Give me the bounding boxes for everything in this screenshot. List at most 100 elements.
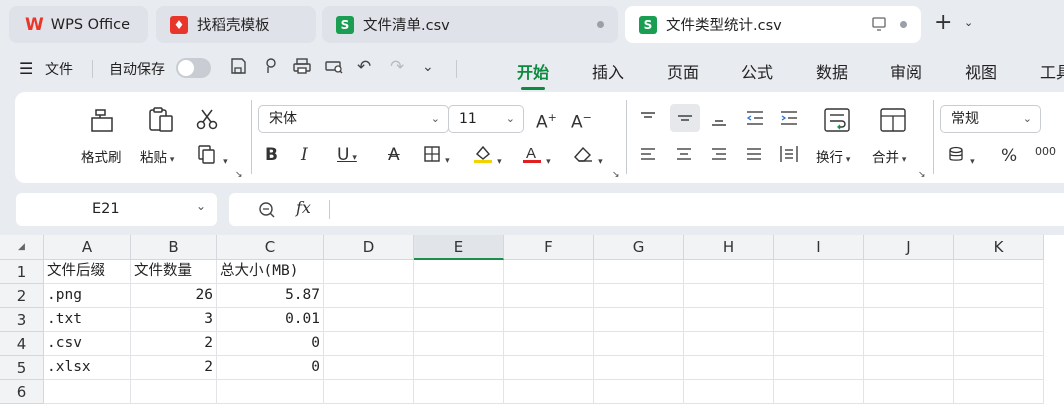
justify-icon[interactable]: [745, 146, 763, 166]
strikethrough-icon[interactable]: A: [388, 145, 400, 165]
tab-home[interactable]: 开始: [517, 59, 549, 90]
monitor-icon[interactable]: [871, 16, 887, 36]
name-box[interactable]: E21 ⌄: [16, 193, 217, 226]
tab-data[interactable]: 数据: [816, 59, 848, 83]
cell-f3[interactable]: [504, 308, 594, 332]
cell-d2[interactable]: [324, 284, 414, 308]
cell-k3[interactable]: [954, 308, 1044, 332]
cell-g1[interactable]: [594, 260, 684, 284]
cell-g2[interactable]: [594, 284, 684, 308]
cell-h5[interactable]: [684, 356, 774, 380]
cell-h4[interactable]: [684, 332, 774, 356]
cell-g4[interactable]: [594, 332, 684, 356]
cell-c1[interactable]: 总大小(MB): [217, 260, 324, 284]
align-top-icon[interactable]: [639, 110, 657, 130]
cell-c2[interactable]: 5.87: [217, 284, 324, 308]
cell-j1[interactable]: [864, 260, 954, 284]
bold-icon[interactable]: B: [265, 145, 278, 165]
tab-file-list[interactable]: S 文件清单.csv: [322, 6, 618, 43]
cell-i4[interactable]: [774, 332, 864, 356]
increase-indent-icon[interactable]: [779, 109, 799, 131]
cell-a5[interactable]: .xlsx: [44, 356, 131, 380]
cell-d1[interactable]: [324, 260, 414, 284]
percent-style-icon[interactable]: %: [1001, 146, 1017, 166]
currency-format-icon[interactable]: ▾: [948, 146, 975, 168]
thousands-separator-icon[interactable]: 000: [1035, 142, 1056, 162]
cell-b5[interactable]: 2: [131, 356, 217, 380]
paste-icon[interactable]: [147, 106, 175, 138]
cell-h2[interactable]: [684, 284, 774, 308]
copy-icon[interactable]: ▾: [197, 144, 228, 168]
dialog-launcher-icon[interactable]: ↘: [235, 170, 243, 180]
distributed-align-icon[interactable]: [779, 144, 799, 168]
cell-j3[interactable]: [864, 308, 954, 332]
cell-b3[interactable]: 3: [131, 308, 217, 332]
function-fx-icon[interactable]: fx: [296, 198, 311, 217]
undo-icon[interactable]: ↶: [357, 57, 371, 77]
tab-wps-office[interactable]: W WPS Office: [9, 6, 148, 43]
align-right-icon[interactable]: [710, 146, 728, 166]
tab-docer[interactable]: ♦ 找稻壳模板: [156, 6, 316, 43]
column-header-g[interactable]: G: [594, 235, 684, 260]
cell-a1[interactable]: 文件后缀: [44, 260, 131, 284]
increase-font-size-icon[interactable]: A+: [536, 108, 557, 133]
cell-k2[interactable]: [954, 284, 1044, 308]
tab-view[interactable]: 视图: [965, 59, 997, 83]
cell-k1[interactable]: [954, 260, 1044, 284]
column-header-j[interactable]: J: [864, 235, 954, 260]
align-left-icon[interactable]: [639, 146, 657, 166]
share-icon[interactable]: [262, 57, 280, 80]
formula-input[interactable]: [339, 201, 1039, 219]
format-painter-icon[interactable]: [89, 106, 115, 138]
cell-d5[interactable]: [324, 356, 414, 380]
column-header-k[interactable]: K: [954, 235, 1044, 260]
cell-i6[interactable]: [774, 380, 864, 404]
cell-g5[interactable]: [594, 356, 684, 380]
hamburger-menu-icon[interactable]: ☰: [19, 59, 33, 78]
wrap-text-icon[interactable]: [823, 107, 851, 137]
borders-icon[interactable]: ▾: [423, 145, 450, 167]
save-icon[interactable]: [229, 57, 247, 80]
column-header-h[interactable]: H: [684, 235, 774, 260]
column-header-a[interactable]: A: [44, 235, 131, 260]
tab-tools[interactable]: 工具: [1040, 59, 1064, 83]
cell-j5[interactable]: [864, 356, 954, 380]
cell-f5[interactable]: [504, 356, 594, 380]
cell-e3[interactable]: [414, 308, 504, 332]
cell-b2[interactable]: 26: [131, 284, 217, 308]
paste-label[interactable]: 粘贴 ▾: [140, 146, 174, 166]
decrease-indent-icon[interactable]: [745, 109, 765, 131]
cell-b4[interactable]: 2: [131, 332, 217, 356]
row-header-3[interactable]: 3: [0, 308, 44, 332]
clear-format-icon[interactable]: ▾: [572, 144, 603, 168]
cell-e5[interactable]: [414, 356, 504, 380]
zoom-search-icon[interactable]: [257, 200, 277, 224]
cell-b1[interactable]: 文件数量: [131, 260, 217, 284]
cell-f6[interactable]: [504, 380, 594, 404]
print-preview-icon[interactable]: [324, 57, 344, 80]
cell-c3[interactable]: 0.01: [217, 308, 324, 332]
column-header-e[interactable]: E: [414, 235, 504, 260]
file-menu[interactable]: 文件: [45, 59, 73, 79]
cell-e1[interactable]: [414, 260, 504, 284]
print-icon[interactable]: [292, 57, 312, 80]
cell-c4[interactable]: 0: [217, 332, 324, 356]
cell-a2[interactable]: .png: [44, 284, 131, 308]
cell-b6[interactable]: [131, 380, 217, 404]
cell-a4[interactable]: .csv: [44, 332, 131, 356]
cut-icon[interactable]: [196, 108, 218, 134]
cell-d3[interactable]: [324, 308, 414, 332]
italic-icon[interactable]: I: [301, 145, 308, 165]
cell-k4[interactable]: [954, 332, 1044, 356]
cell-e4[interactable]: [414, 332, 504, 356]
column-header-i[interactable]: I: [774, 235, 864, 260]
tab-formula[interactable]: 公式: [741, 59, 773, 83]
tab-page[interactable]: 页面: [667, 59, 699, 83]
dialog-launcher-icon[interactable]: ↘: [612, 170, 620, 180]
underline-icon[interactable]: U ▾: [337, 145, 357, 168]
cell-j6[interactable]: [864, 380, 954, 404]
merge-cells-icon[interactable]: [879, 107, 907, 137]
cell-a3[interactable]: .txt: [44, 308, 131, 332]
align-center-icon[interactable]: [675, 146, 693, 166]
align-bottom-icon[interactable]: [710, 112, 728, 132]
